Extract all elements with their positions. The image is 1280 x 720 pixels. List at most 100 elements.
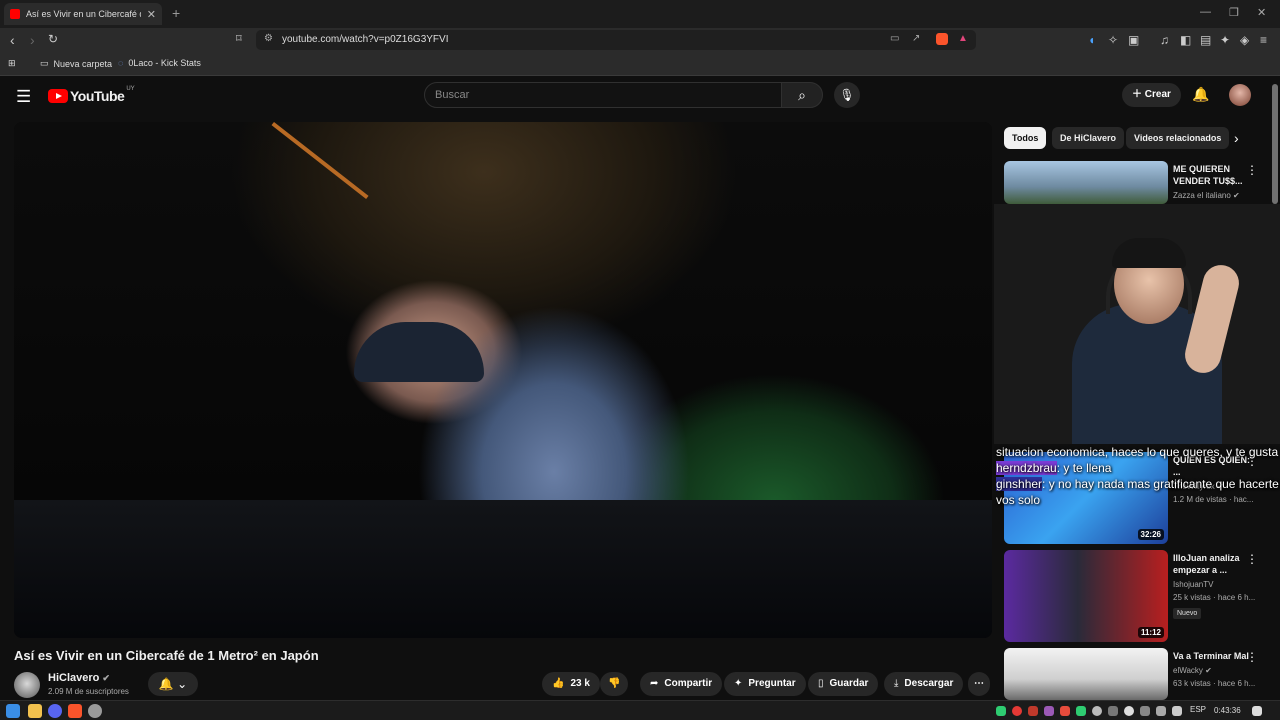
subscriber-count: 2.09 M de suscriptores — [48, 687, 129, 696]
youtube-header: ☰ YouTube UY ⌕ 🎙 ＋ Crear 🔔 — [0, 76, 1280, 116]
file-explorer-icon[interactable] — [28, 704, 42, 718]
brave-icon[interactable] — [68, 704, 82, 718]
tray-app-icon[interactable] — [1108, 706, 1118, 716]
youtube-logo[interactable]: YouTube UY — [48, 86, 135, 104]
browser-tab[interactable]: Así es Vivir en un Cibercafé de 1 ✕ — [4, 3, 162, 25]
channel-avatar[interactable] — [14, 672, 40, 698]
vpn-icon[interactable]: ◈ — [1240, 33, 1249, 47]
reload-icon[interactable]: ↻ — [48, 32, 58, 46]
network-icon[interactable] — [1156, 706, 1166, 716]
more-actions-button[interactable]: ⋯ — [968, 672, 990, 696]
reader-icon[interactable]: ▣ — [1128, 33, 1139, 47]
app-icon[interactable] — [88, 704, 102, 718]
recommended-video[interactable]: Va a Terminar Mal elWacky ✔ 63 k vistas … — [1004, 648, 1268, 700]
thumbs-up-icon: 👍 — [552, 678, 565, 689]
search-button[interactable]: ⌕ — [781, 82, 823, 108]
share-arrow-icon: ➦ — [650, 678, 659, 689]
tray-app-icon[interactable] — [1012, 706, 1022, 716]
save-button[interactable]: ▯ Guardar — [808, 672, 879, 696]
create-button[interactable]: ＋ Crear — [1122, 83, 1181, 107]
youtube-play-icon — [48, 89, 68, 103]
brave-rewards-icon[interactable]: ▲ — [958, 33, 968, 44]
tray-app-icon[interactable] — [996, 706, 1006, 716]
apps-grid-icon[interactable]: ⊞ — [8, 58, 16, 69]
tray-app-icon[interactable] — [1092, 706, 1102, 716]
logo-text: YouTube — [70, 88, 125, 104]
voice-search-button[interactable]: 🎙 — [834, 82, 860, 108]
bookmark-folder[interactable]: ▭ Nueva carpeta — [40, 58, 112, 69]
audio-icon[interactable]: ◖ — [1088, 33, 1095, 47]
sidebar-toggle-icon[interactable]: ◧ — [1180, 33, 1191, 47]
windows-taskbar: ESP 0:43:36 — [0, 700, 1280, 720]
chip-de-hiclavero[interactable]: De HiClavero — [1052, 127, 1125, 149]
more-options-icon[interactable]: ⋮ — [1246, 650, 1258, 664]
browser-menu-icon[interactable]: ≡ — [1260, 33, 1267, 47]
wallet-icon[interactable]: ▤ — [1200, 33, 1211, 47]
back-icon[interactable]: ‹ — [10, 32, 15, 48]
channel-name[interactable]: HiClavero ✔ — [48, 672, 110, 684]
account-avatar[interactable] — [1229, 84, 1251, 106]
extensions-icon[interactable]: ✧ — [1108, 33, 1118, 47]
start-icon[interactable] — [6, 704, 20, 718]
notifications-bell-icon[interactable]: 🔔 — [1192, 86, 1209, 103]
language-indicator[interactable]: ESP — [1190, 705, 1206, 714]
recommended-video[interactable]: ME QUIEREN VENDER TU$$... Zazza el itali… — [1004, 161, 1268, 205]
clock[interactable]: 0:43:36 — [1214, 706, 1241, 715]
forward-icon[interactable]: › — [30, 32, 35, 48]
volume-icon[interactable] — [1172, 706, 1182, 716]
video-player[interactable] — [14, 122, 992, 638]
streamer-webcam-overlay — [994, 204, 1280, 444]
discord-icon[interactable] — [48, 704, 62, 718]
more-options-icon[interactable]: ⋮ — [1246, 552, 1258, 566]
bookmark-kick-stats[interactable]: ◌ 0Laco - Kick Stats — [118, 58, 201, 68]
notification-center-icon[interactable] — [1252, 706, 1262, 716]
subscription-bell-button[interactable]: 🔔 ⌄ — [148, 672, 198, 696]
webcam-decor — [1112, 238, 1186, 268]
brave-shield-icon[interactable] — [936, 33, 948, 45]
cast-icon[interactable]: ▭ — [890, 33, 899, 44]
video-thumbnail — [1004, 648, 1168, 700]
tray-app-icon[interactable] — [1060, 706, 1070, 716]
share-button[interactable]: ➦ Compartir — [640, 672, 723, 696]
chip-next-icon[interactable]: › — [1234, 130, 1239, 146]
stream-chat-overlay: situacion economica, haces lo que queres… — [996, 444, 1280, 508]
close-window-icon[interactable]: ✕ — [1257, 6, 1266, 19]
new-tab-icon[interactable]: + — [172, 5, 180, 21]
music-icon[interactable]: ♫ — [1160, 33, 1169, 47]
kick-stats-icon: ◌ — [118, 58, 124, 68]
download-label: Descargar — [904, 678, 954, 689]
minimize-icon[interactable]: — — [1200, 6, 1211, 18]
like-button[interactable]: 👍 23 k — [542, 672, 600, 696]
bookmark-icon[interactable]: ⌑ — [236, 32, 242, 45]
restore-icon[interactable]: ❐ — [1229, 6, 1239, 19]
rec-title: ME QUIEREN VENDER TU$$... — [1173, 164, 1243, 186]
dislike-button[interactable]: 👎 — [600, 672, 629, 696]
chat-message: : y te llena — [1056, 461, 1112, 475]
bookmark-folder-label: Nueva carpeta — [53, 58, 113, 69]
hamburger-menu-icon[interactable]: ☰ — [16, 87, 31, 107]
rec-title: IlloJuan analiza empezar a ... — [1173, 553, 1240, 575]
more-options-icon[interactable]: ⋮ — [1246, 163, 1258, 177]
chip-videos-relacionados[interactable]: Videos relacionados — [1126, 127, 1230, 149]
video-thumbnail: 11:12 — [1004, 550, 1168, 642]
tray-app-icon[interactable] — [1044, 706, 1054, 716]
tray-app-icon[interactable] — [1076, 706, 1086, 716]
share-icon[interactable]: ↗ — [912, 33, 920, 44]
site-settings-icon[interactable]: ⚙ — [264, 33, 273, 44]
recommended-video[interactable]: 11:12 IlloJuan analiza empezar a ... Ish… — [1004, 550, 1268, 642]
tray-app-icon[interactable] — [1140, 706, 1150, 716]
download-button[interactable]: ⤓ Descargar — [884, 672, 964, 696]
ask-button[interactable]: ✦ Preguntar — [724, 672, 806, 696]
thumbs-down-icon: 👎 — [608, 678, 621, 689]
tray-app-icon[interactable] — [1028, 706, 1038, 716]
tray-app-icon[interactable] — [1124, 706, 1134, 716]
leo-ai-icon[interactable]: ✦ — [1220, 33, 1230, 47]
close-tab-icon[interactable]: ✕ — [147, 8, 156, 21]
bookmarks-bar: ⊞ ▭ Nueva carpeta ◌ 0Laco - Kick Stats — [0, 52, 1280, 76]
url-text: youtube.com/watch?v=p0Z16G3YFVI — [282, 34, 449, 45]
search-input[interactable] — [425, 83, 781, 107]
chevron-down-icon: ⌄ — [173, 677, 188, 691]
chip-todos[interactable]: Todos — [1004, 127, 1047, 149]
page-scrollbar[interactable] — [1272, 84, 1278, 204]
url-field[interactable]: ⚙ youtube.com/watch?v=p0Z16G3YFVI ▭ ↗ ▲ — [256, 30, 976, 50]
